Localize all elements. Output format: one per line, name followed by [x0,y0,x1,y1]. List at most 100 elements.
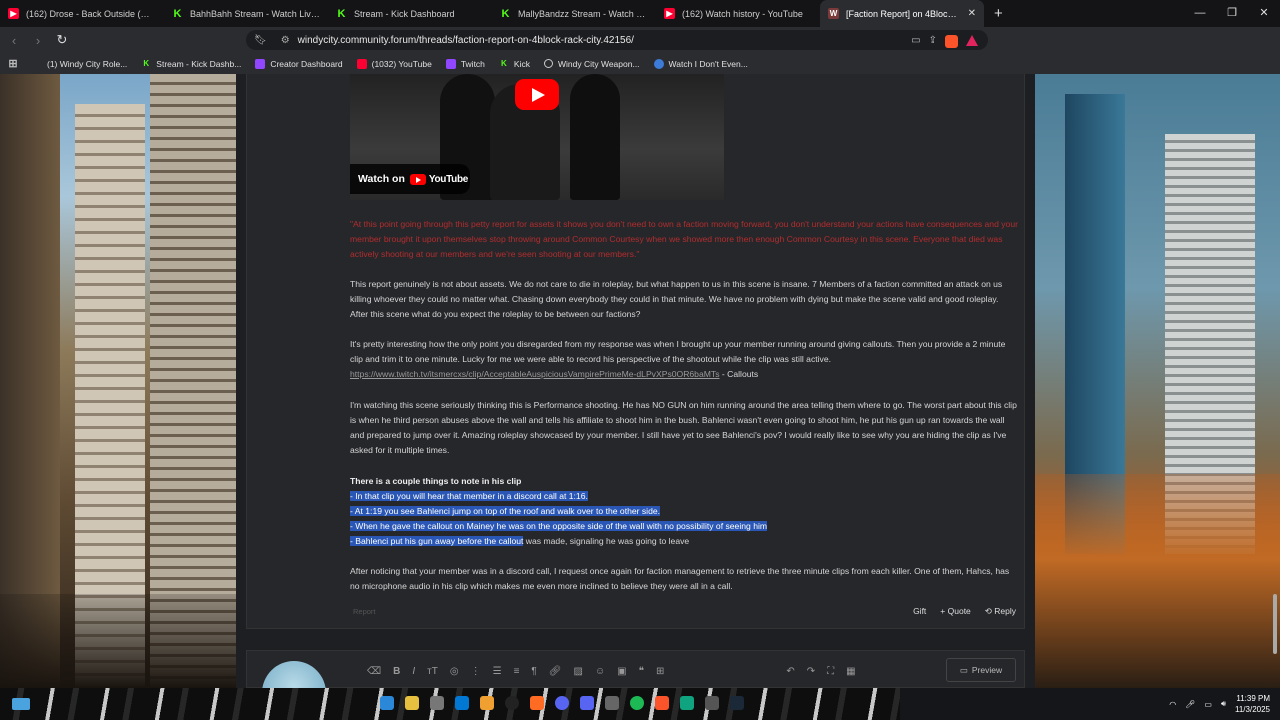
tab-1[interactable]: ▶(162) Drose - Back Outside (Official M [0,0,164,27]
more-icon[interactable]: ⋮ [471,666,481,677]
weather-widget[interactable] [0,688,100,720]
list-item: - At 1:19 you see Bahlenci jump on top o… [350,506,661,516]
close-tab-icon[interactable]: ✕ [968,8,976,19]
close-window-icon[interactable]: ✕ [1248,0,1280,27]
play-button-icon[interactable] [515,79,559,110]
new-tab-icon[interactable]: + [994,5,1003,22]
callout-list: There is a couple things to note in his … [350,474,1018,549]
emoji-icon[interactable]: ☺ [595,666,605,677]
discord-icon[interactable] [580,696,594,710]
tab-3[interactable]: K Stream - Kick Dashboard [328,0,492,27]
quote-button[interactable]: + Quote [940,606,970,617]
bold-icon[interactable]: B [393,666,400,677]
tab-5[interactable]: ▶ (162) Watch history - YouTube [656,0,820,27]
list-icon[interactable]: ☰ [493,666,502,677]
brave-icon[interactable] [655,696,669,710]
report-link[interactable]: Report [353,607,376,616]
redo-icon[interactable]: ↷ [807,666,815,677]
bookmark-icon[interactable]: 🔖︎ [254,35,267,46]
twitch-clip-link[interactable]: https://www.twitch.tv/itsmercxs/clip/Acc… [350,369,720,379]
minimize-icon[interactable]: — [1184,0,1216,27]
color-icon[interactable]: ◎ [450,666,459,677]
tab-bar: ▶(162) Drose - Back Outside (Official M … [0,0,1280,27]
network-icon[interactable]: ▭ [1204,700,1212,709]
url-field[interactable]: 🔖︎ ⚙︎ windycity.community.forum/threads/… [246,30,988,50]
url-text[interactable]: windycity.community.forum/threads/factio… [298,35,634,46]
window-controls: — ❐ ✕ [1184,0,1280,27]
wifi-icon[interactable]: ◠ [1169,700,1176,709]
scrollbar-thumb[interactable] [1273,594,1277,654]
apps-button[interactable]: ⊞ [8,58,18,70]
file-explorer-icon[interactable] [405,696,419,710]
bookmark-watch[interactable]: Watch I Don't Even... [653,58,748,69]
table-icon[interactable]: ⊞ [656,666,664,677]
bookmark-windy-city-weapon[interactable]: Windy City Weapon... [543,59,640,69]
watch-on-youtube-button[interactable]: Watch on YouTube [350,164,470,194]
brave-rewards-icon[interactable] [966,35,978,46]
forum-content: Watch on YouTube "At this point going th… [236,74,1035,688]
forward-icon[interactable]: › [28,33,48,48]
forum-post: Watch on YouTube "At this point going th… [246,74,1025,629]
bookmark-windy-city[interactable]: (1) Windy City Role... [32,59,127,69]
app-icon[interactable] [430,696,444,710]
tab-6-active[interactable]: W[Faction Report] on 4Block Rack✕ [820,0,984,27]
quote-icon[interactable]: ❝ [639,666,644,677]
cast-icon[interactable]: ▭ [911,35,920,48]
volume-icon[interactable]: 🔊︎ [1221,699,1226,709]
app-icon[interactable] [705,696,719,710]
back-icon[interactable]: ‹ [4,33,24,48]
app-icon[interactable] [455,696,469,710]
address-bar: ‹ › ↻ 🔖︎ ⚙︎ windycity.community.forum/th… [0,27,1280,73]
site-info-icon[interactable]: ⚙︎ [281,35,290,46]
list-item: - When he gave the callout on Mainey he … [350,521,768,531]
paragraph-3: I'm watching this scene seriously thinki… [350,400,1017,455]
tab-2[interactable]: KBahhBahh Stream - Watch Live on Ki [164,0,328,27]
italic-icon[interactable]: I [412,666,415,677]
image-icon[interactable]: ▨ [573,666,582,677]
restore-icon[interactable]: ❐ [1216,0,1248,27]
taskbar-apps [380,696,744,710]
app-icon[interactable] [605,696,619,710]
media-icon[interactable]: ▣ [617,666,626,677]
scrollbar[interactable] [1273,74,1278,688]
reply-button[interactable]: ⟲ Reply [985,606,1016,617]
paragraph-2: It's pretty interesting how the only poi… [350,337,1018,382]
eraser-icon[interactable]: ⌫ [367,666,381,677]
folder-icon[interactable] [480,696,494,710]
paragraph-icon[interactable]: ¶ [531,666,536,677]
steam-icon[interactable] [730,696,744,710]
discord-icon[interactable] [555,696,569,710]
youtube-icon [356,58,367,69]
app-icon[interactable] [680,696,694,710]
list-heading: There is a couple things to note in his … [350,476,522,486]
bookmark-kick[interactable]: K Kick [499,59,530,69]
kick-icon: K [501,59,507,68]
fullscreen-icon[interactable]: ⛶ [827,666,834,677]
text-size-icon[interactable]: тT [427,666,438,677]
bookmark-kick-dashboard[interactable]: K Stream - Kick Dashb... [141,59,241,69]
twitch-icon [445,58,456,69]
bookmark-youtube[interactable]: (1032) YouTube [356,58,432,69]
clock[interactable]: 11:39 PM 11/3/2025 [1235,693,1270,715]
undo-icon[interactable]: ↶ [786,666,794,677]
spotify-icon[interactable] [630,696,644,710]
mic-icon[interactable]: 🎤︎ [1185,700,1195,709]
youtube-embed[interactable]: Watch on YouTube [350,74,724,200]
weather-icon [12,698,30,710]
preview-button[interactable]: ▭ Preview [946,658,1016,682]
app-icon[interactable] [530,696,544,710]
reload-icon[interactable]: ↻ [52,32,72,48]
windows-start-icon[interactable] [380,696,394,710]
share-icon[interactable]: ⇪ [929,35,937,48]
link-icon[interactable]: 🔗︎ [549,666,562,677]
paragraph-2-text: It's pretty interesting how the only poi… [350,339,1006,364]
save-draft-icon[interactable]: ▦ [846,666,855,677]
brave-shield-icon[interactable] [945,35,958,48]
tab-4[interactable]: KMallyBandzz Stream - Watch Live on [492,0,656,27]
bookmark-twitch[interactable]: Twitch [445,58,485,69]
editor-toolbar: ⌫ B I тT ◎ ⋮ ☰ ≡ ¶ 🔗︎ ▨ ☺ ▣ ❝ ⊞ ↶ ↷ ⛶ ▦ [247,651,1026,688]
obs-icon[interactable] [505,696,519,710]
gift-button[interactable]: Gift [913,606,926,617]
bookmark-creator-dashboard[interactable]: Creator Dashboard [255,58,343,69]
align-icon[interactable]: ≡ [514,666,520,677]
